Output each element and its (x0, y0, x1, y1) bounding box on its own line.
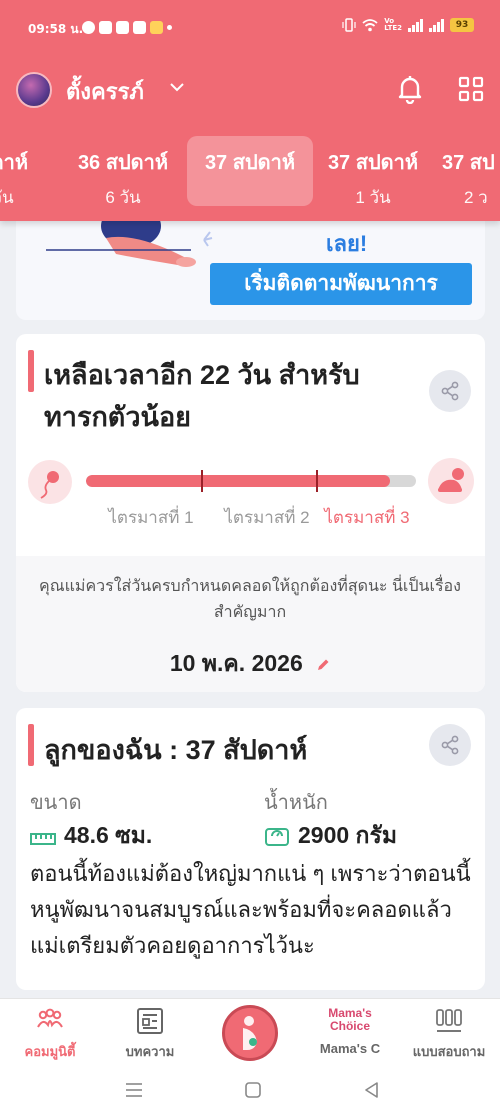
week-tab[interactable]: 36 สปดาห์ 6 วัน (60, 136, 186, 207)
bell-icon[interactable] (396, 74, 424, 104)
status-right: Vo LTE2 93 (342, 18, 474, 32)
share-button[interactable] (429, 370, 471, 412)
pregnancy-fab-icon (243, 1016, 257, 1050)
weight-value: 2900 กรัม (264, 818, 397, 848)
pregnancy-progress-bar (86, 475, 416, 487)
size-label: ขนาด (30, 792, 82, 814)
grid-menu-icon[interactable] (458, 76, 484, 102)
app-icon (116, 21, 129, 34)
trimester-divider (316, 470, 318, 492)
due-date-value: 10 พ.ค. 2026 (169, 650, 303, 676)
nav-label: คอมมูนิตี้ (24, 1044, 76, 1059)
home-icon[interactable] (245, 1082, 261, 1098)
top-bar: ตั้งครรภ์ (0, 68, 500, 112)
messenger-icon (82, 21, 95, 34)
sperm-icon (28, 460, 72, 504)
status-bar: 09:58 น. Vo LTE2 93 (0, 0, 500, 56)
baby-crawling-icon (428, 458, 474, 504)
vibrate-icon (342, 18, 356, 32)
nav-mamas-choice[interactable]: Mama's Chöice Mama's C (305, 1006, 395, 1057)
baby-card: ลูกของฉัน : 37 สัปดาห์ ขนาด น้ำหนัก 48.6… (16, 708, 485, 990)
trimester-label: ไตรมาสที่ 1 (108, 508, 194, 527)
week-tab[interactable]: 37 สปดาห์ 1 วัน (310, 136, 436, 207)
lets-text: เลย! (326, 231, 368, 256)
recent-apps-icon[interactable] (125, 1082, 143, 1098)
avatar[interactable] (16, 72, 52, 108)
scale-icon (265, 827, 289, 846)
survey-icon (436, 1009, 462, 1032)
title-accent-bar (28, 724, 34, 766)
app-icon (133, 21, 146, 34)
progress-fill (86, 475, 390, 487)
pregnancy-fab-button[interactable] (222, 1005, 278, 1061)
share-icon (441, 735, 459, 755)
mamas-choice-logo: Mama's Chöice (328, 1006, 372, 1033)
app-icon (150, 21, 163, 34)
due-date-note: คุณแม่ควรใส่วันครบกำหนดคลอดให้ถูกต้องที่… (39, 578, 461, 621)
nav-label: บทความ (125, 1044, 175, 1059)
baby-description: ตอนนี้ท้องแม่ต้องใหญ่มากแน่ ๆ เพราะว่าตอ… (30, 861, 471, 958)
wifi-icon (362, 18, 378, 31)
share-button[interactable] (429, 724, 471, 766)
system-navigation-bar (0, 1064, 500, 1117)
nav-label: แบบสอบถาม (412, 1044, 486, 1059)
week-tab[interactable]: ปดาห์ วัน (0, 136, 66, 207)
chevron-down-icon[interactable] (168, 78, 186, 96)
youtube-icon (99, 21, 112, 34)
more-notifications-icon (167, 25, 172, 30)
nav-articles[interactable]: บทความ (105, 1007, 195, 1062)
trimester-label: ไตรมาสที่ 2 (224, 508, 310, 527)
week-tab-selected[interactable]: 37 สปดาห์ (187, 136, 313, 206)
status-time: 09:58 น. (28, 22, 84, 36)
due-date[interactable]: 10 พ.ค. 2026 (16, 646, 485, 682)
trimester-divider (201, 470, 203, 492)
notification-icons (82, 21, 172, 34)
signal-icon (429, 18, 444, 32)
bottom-navigation: คอมมูนิตี้ บทความ Mama's Chöice Mama's C … (0, 998, 500, 1064)
start-tracking-button[interactable]: เริ่มติดตามพัฒนาการ (210, 263, 472, 305)
article-icon (137, 1008, 163, 1034)
week-selector[interactable]: ปดาห์ วัน 36 สปดาห์ 6 วัน 37 สปดาห์ 37 ส… (0, 134, 500, 214)
nav-community[interactable]: คอมมูนิตี้ (5, 1007, 95, 1062)
trimester-label-current: ไตรมาสที่ 3 (324, 508, 410, 527)
edit-pencil-icon[interactable] (315, 657, 331, 673)
countdown-title: เหลือเวลาอีก 22 วัน สำหรับทารกตัวน้อย (44, 360, 360, 432)
network-type: Vo LTE2 (384, 17, 402, 32)
baby-title: ลูกของฉัน : 37 สัปดาห์ (44, 735, 308, 765)
app-header: 09:58 น. VoLTE2 93 ตั้งครรภ์ ปดาห์ วัน (0, 0, 500, 221)
share-icon (441, 381, 459, 401)
size-value: 48.6 ซม. (30, 818, 152, 848)
signal-icon (408, 18, 423, 32)
ruler-icon (30, 832, 56, 845)
countdown-card: เหลือเวลาอีก 22 วัน สำหรับทารกตัวน้อย ไต… (16, 334, 485, 692)
community-icon (37, 1008, 63, 1028)
nav-survey[interactable]: แบบสอบถาม (404, 1007, 494, 1062)
title-accent-bar (28, 350, 34, 392)
app-title[interactable]: ตั้งครรภ์ (66, 74, 144, 109)
battery-icon: 93 (450, 18, 474, 32)
weight-label: น้ำหนัก (264, 792, 328, 814)
week-tab[interactable]: 37 สป 2 ว (438, 136, 500, 207)
nav-label: Mama's C (319, 1041, 381, 1056)
back-icon[interactable] (364, 1082, 378, 1098)
